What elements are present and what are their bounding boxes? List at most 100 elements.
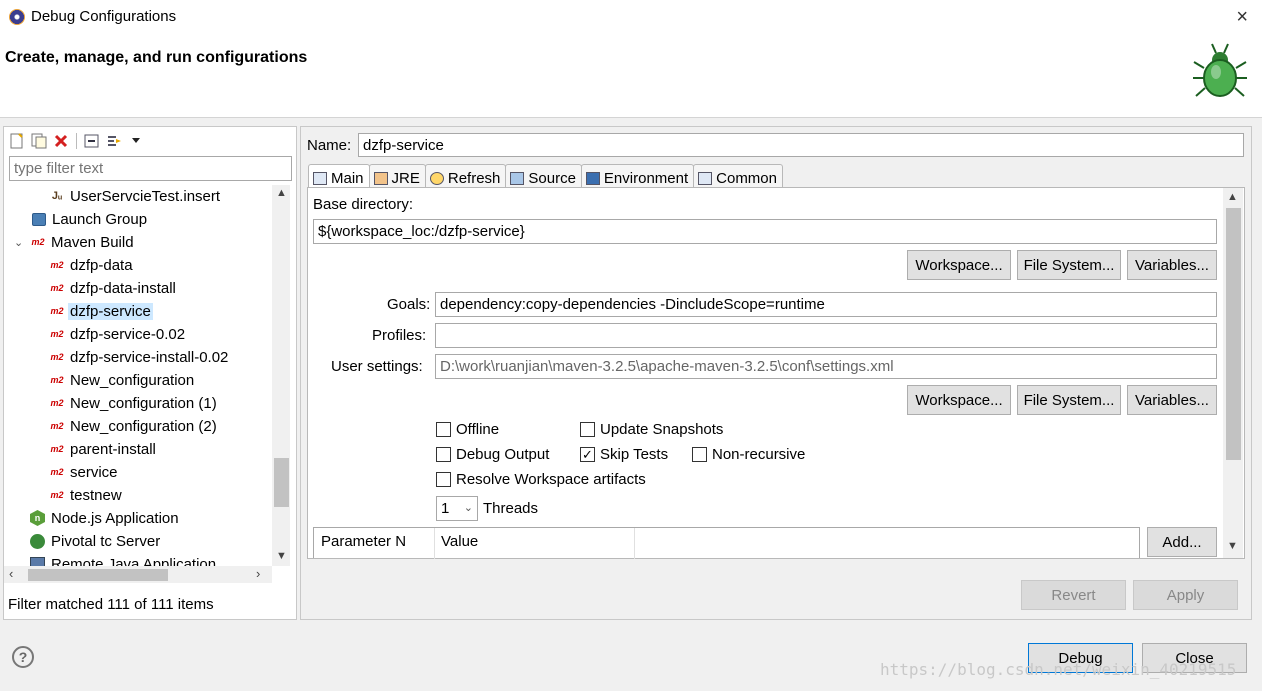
threads-select[interactable]: 1 ⌄: [436, 496, 478, 521]
checkbox-label: Resolve Workspace artifacts: [456, 471, 646, 488]
tree-item-nodejs[interactable]: n Node.js Application: [30, 507, 181, 529]
tab-environment[interactable]: Environment: [580, 164, 695, 188]
header-banner: Create, manage, and run configurations: [0, 34, 1262, 118]
tab-refresh[interactable]: Refresh: [424, 164, 507, 188]
workspace-button-2[interactable]: Workspace...: [907, 385, 1011, 415]
tree-item-label: Maven Build: [51, 233, 134, 251]
user-settings-field[interactable]: [435, 354, 1217, 379]
profiles-field[interactable]: [435, 323, 1217, 348]
tree-item-dzfp-service-install[interactable]: m2 dzfp-service-install-0.02: [49, 346, 230, 368]
name-label: Name:: [307, 137, 352, 154]
name-field[interactable]: [358, 133, 1244, 157]
chevron-down-icon[interactable]: ▼: [276, 550, 287, 562]
column-divider[interactable]: [634, 528, 635, 559]
tab-jre[interactable]: JRE: [368, 164, 426, 188]
tab-source[interactable]: Source: [505, 164, 582, 188]
tree-item-label: testnew: [70, 486, 122, 504]
filter-icon[interactable]: [105, 132, 123, 150]
add-parameter-button[interactable]: Add...: [1147, 527, 1217, 557]
tree-item-pivotal[interactable]: Pivotal tc Server: [30, 530, 162, 552]
chevron-up-icon[interactable]: ▲: [276, 187, 287, 199]
tree-item-new-configuration[interactable]: m2 New_configuration: [49, 369, 196, 391]
tree-item-maven-build[interactable]: ⌄ m2 Maven Build: [14, 231, 136, 253]
close-icon[interactable]: ×: [1236, 6, 1248, 29]
variables-button-2[interactable]: Variables...: [1127, 385, 1217, 415]
base-directory-label: Base directory:: [313, 196, 414, 213]
tree-item-parent-install[interactable]: m2 parent-install: [49, 438, 158, 460]
filter-input[interactable]: [9, 156, 292, 181]
title-bar: Debug Configurations ×: [0, 0, 1262, 34]
scrollbar-thumb[interactable]: [28, 569, 168, 581]
tree-item-dzfp-data-install[interactable]: m2 dzfp-data-install: [49, 277, 178, 299]
column-header-parameter[interactable]: Parameter N: [321, 533, 406, 550]
chevron-right-icon[interactable]: ›: [256, 566, 260, 581]
window-title: Debug Configurations: [31, 8, 177, 25]
tree-item-label: Remote Java Application: [51, 555, 217, 567]
tree-item-testnew[interactable]: m2 testnew: [49, 484, 124, 506]
tree-item-dzfp-data[interactable]: m2 dzfp-data: [49, 254, 135, 276]
checkbox-box: [436, 472, 451, 487]
tree-vertical-scrollbar[interactable]: ▲ ▼: [272, 185, 290, 566]
maven-icon: m2: [50, 444, 64, 454]
goals-field[interactable]: [435, 292, 1217, 317]
debug-output-checkbox[interactable]: Debug Output: [436, 446, 549, 463]
scrollbar-thumb[interactable]: [1226, 208, 1241, 460]
tree-item-dzfp-service-0-02[interactable]: m2 dzfp-service-0.02: [49, 323, 187, 345]
parameters-table[interactable]: Parameter N Value: [313, 527, 1140, 559]
tab-main[interactable]: Main: [308, 164, 370, 188]
tree-item-launch-group[interactable]: Launch Group: [32, 208, 149, 230]
tab-common[interactable]: Common: [693, 164, 783, 188]
jre-icon: [373, 171, 388, 185]
maven-icon: m2: [50, 467, 64, 477]
tab-label: Source: [528, 169, 576, 187]
maven-icon: m2: [50, 398, 64, 408]
chevron-down-icon[interactable]: ⌄: [14, 236, 28, 249]
tree-item-label: dzfp-service: [68, 302, 153, 320]
tab-label: Main: [331, 169, 364, 187]
apply-button[interactable]: Apply: [1133, 580, 1238, 610]
maven-icon: m2: [50, 329, 64, 339]
chevron-down-icon[interactable]: ▼: [1227, 540, 1238, 552]
column-divider[interactable]: [434, 528, 435, 559]
chevron-left-icon[interactable]: ‹: [9, 566, 13, 581]
junit-icon: Jᵤ: [51, 190, 63, 202]
duplicate-icon[interactable]: [30, 132, 48, 150]
user-settings-label: User settings:: [331, 358, 423, 375]
tree-horizontal-scrollbar[interactable]: ‹ ›: [4, 566, 272, 583]
file-system-button[interactable]: File System...: [1017, 250, 1121, 280]
tree-item-service[interactable]: m2 service: [49, 461, 120, 483]
revert-button[interactable]: Revert: [1021, 580, 1126, 610]
resolve-workspace-checkbox[interactable]: Resolve Workspace artifacts: [436, 471, 646, 488]
chevron-up-icon[interactable]: ▲: [1227, 191, 1238, 203]
skip-tests-checkbox[interactable]: ✓ Skip Tests: [580, 446, 668, 463]
tree-item-new-configuration-2[interactable]: m2 New_configuration (2): [49, 415, 219, 437]
non-recursive-checkbox[interactable]: Non-recursive: [692, 446, 805, 463]
tree-item-dzfp-service[interactable]: m2 dzfp-service: [49, 300, 153, 322]
remote-java-icon: [30, 557, 45, 566]
new-config-icon[interactable]: [8, 132, 26, 150]
tree-item-userservcietest[interactable]: Jᵤ UserServcieTest.insert: [49, 185, 222, 207]
update-snapshots-checkbox[interactable]: Update Snapshots: [580, 421, 723, 438]
variables-button[interactable]: Variables...: [1127, 250, 1217, 280]
file-system-button-2[interactable]: File System...: [1017, 385, 1121, 415]
maven-icon: m2: [50, 283, 64, 293]
checkbox-box: [436, 447, 451, 462]
help-icon[interactable]: ?: [12, 646, 34, 668]
tree-item-new-configuration-1[interactable]: m2 New_configuration (1): [49, 392, 219, 414]
maven-icon: m2: [31, 237, 45, 247]
delete-icon[interactable]: [52, 132, 70, 150]
dropdown-icon[interactable]: [127, 132, 145, 150]
check-icon: ✓: [580, 447, 595, 462]
maven-icon: m2: [50, 490, 64, 500]
base-directory-field[interactable]: [313, 219, 1217, 244]
column-header-value[interactable]: Value: [441, 533, 478, 550]
workspace-button[interactable]: Workspace...: [907, 250, 1011, 280]
tree-item-label: dzfp-data: [70, 256, 133, 274]
collapse-all-icon[interactable]: [83, 132, 101, 150]
tree-item-label: dzfp-service-0.02: [70, 325, 186, 343]
tab-vertical-scrollbar[interactable]: ▲ ▼: [1223, 188, 1243, 558]
scrollbar-thumb[interactable]: [274, 458, 289, 507]
tree-item-remote-java[interactable]: Remote Java Application: [30, 553, 218, 566]
offline-checkbox[interactable]: Offline: [436, 421, 499, 438]
checkbox-box: [692, 447, 707, 462]
